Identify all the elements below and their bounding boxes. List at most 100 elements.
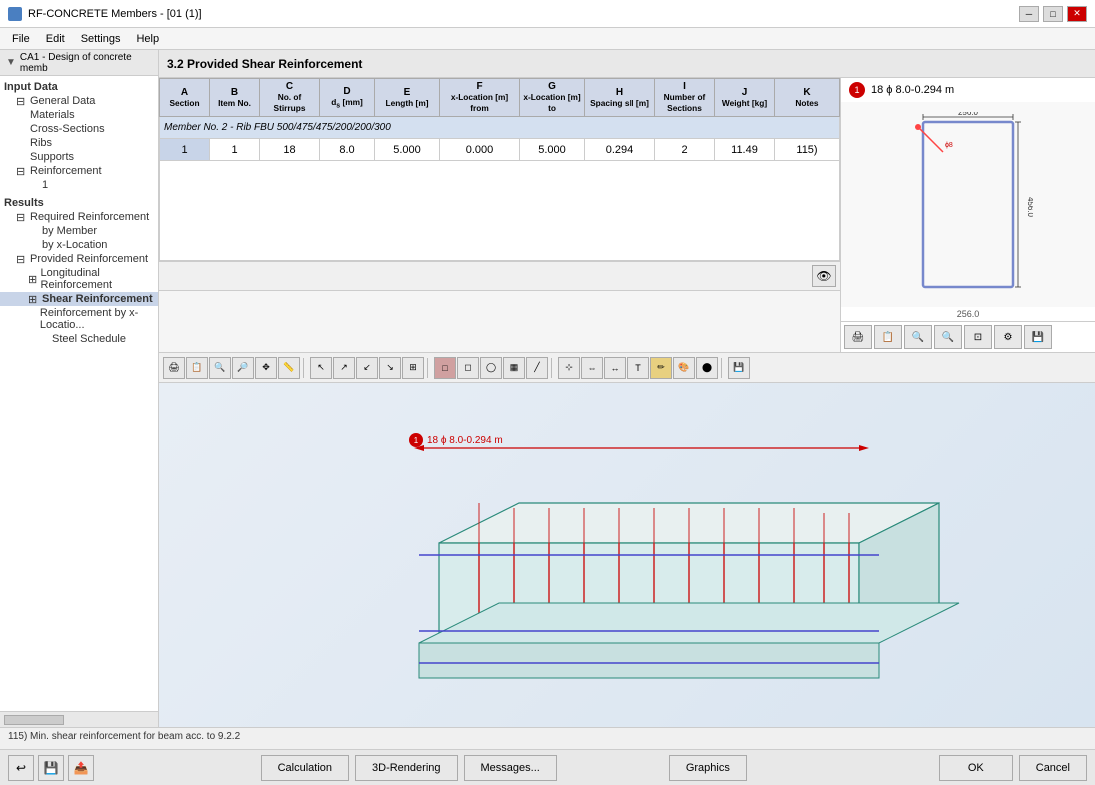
svg-text:256.0: 256.0: [958, 112, 979, 117]
cs-btn-print[interactable]: 🖨: [844, 325, 872, 349]
3d-view[interactable]: 1 18 ϕ 8.0-0.294 m: [159, 383, 1095, 727]
gfx-btn-print[interactable]: 🖨: [163, 357, 185, 379]
cell-length: 5.000: [375, 139, 440, 161]
gfx-btn-measure[interactable]: ⇔: [581, 357, 603, 379]
gfx-btn-text[interactable]: T: [627, 357, 649, 379]
cs-badge: 1: [849, 82, 865, 98]
sidebar-item-steel-schedule[interactable]: Steel Schedule: [0, 332, 158, 346]
cell-ds: 8.0: [320, 139, 375, 161]
cs-btn-copy[interactable]: 📋: [874, 325, 902, 349]
col-header-d: Dds [mm]: [320, 79, 375, 117]
messages-button[interactable]: Messages...: [464, 755, 557, 781]
cell-xfrom: 0.000: [440, 139, 520, 161]
gfx-btn-circle[interactable]: ◯: [480, 357, 502, 379]
gfx-btn-copy2[interactable]: 📋: [186, 357, 208, 379]
member-label: Member No. 2 - Rib FBU 500/475/475/200/2…: [160, 117, 840, 139]
close-button[interactable]: ✕: [1067, 6, 1087, 22]
svg-text:456.0: 456.0: [1026, 197, 1033, 218]
minimize-button[interactable]: ─: [1019, 6, 1039, 22]
col-header-i: INumber of Sections: [655, 79, 715, 117]
bottom-icon-1[interactable]: ↩: [8, 755, 34, 781]
menu-edit[interactable]: Edit: [38, 31, 73, 47]
gfx-btn-export2[interactable]: 💾: [728, 357, 750, 379]
status-text: 115) Min. shear reinforcement for beam a…: [8, 731, 240, 742]
menu-settings[interactable]: Settings: [73, 31, 129, 47]
gfx-btn-ruler[interactable]: 📏: [278, 357, 300, 379]
rendering-button[interactable]: 3D-Rendering: [355, 755, 457, 781]
cancel-button[interactable]: Cancel: [1019, 755, 1087, 781]
cell-stirrups: 18: [260, 139, 320, 161]
sidebar-item-materials[interactable]: Materials: [0, 108, 158, 122]
col-header-a: ASection: [160, 79, 210, 117]
gfx-btn-cursor[interactable]: ⊹: [558, 357, 580, 379]
table-row: 1 1 18 8.0 5.000 0.000 5.000 0.294 2: [160, 139, 840, 161]
gfx-btn-rect[interactable]: □: [434, 357, 456, 379]
table-toolbar: 👁: [159, 262, 840, 291]
sidebar: ▼ CA1 - Design of concrete memb Input Da…: [0, 50, 159, 727]
col-header-f: Fx-Location [m] from: [440, 79, 520, 117]
sidebar-item-reinf-by-x[interactable]: Reinforcement by x-Locatio...: [0, 306, 158, 332]
gfx-btn-annotate[interactable]: ↔: [604, 357, 626, 379]
cs-btn-zoom-in[interactable]: 🔍: [904, 325, 932, 349]
panel-title: 3.2 Provided Shear Reinforcement: [167, 57, 362, 71]
sidebar-item-ribs[interactable]: Ribs: [0, 136, 158, 150]
gfx-btn-view1[interactable]: ⊞: [402, 357, 424, 379]
cs-btn-config[interactable]: ⚙: [994, 325, 1022, 349]
title-bar: RF-CONCRETE Members - [01 (1)] ─ □ ✕: [0, 0, 1095, 28]
gfx-btn-color[interactable]: 🎨: [673, 357, 695, 379]
dropdown-bar[interactable]: ▼ CA1 - Design of concrete memb: [0, 50, 158, 76]
sidebar-scrollbar[interactable]: [0, 711, 158, 727]
sidebar-item-supports[interactable]: Supports: [0, 150, 158, 164]
sidebar-item-by-x-location[interactable]: by x-Location: [0, 238, 158, 252]
ok-button[interactable]: OK: [939, 755, 1013, 781]
sidebar-item-provided-reinf[interactable]: ⊟Provided Reinforcement: [0, 252, 158, 266]
sidebar-item-reinforcement[interactable]: ⊟Reinforcement: [0, 164, 158, 178]
cs-btn-zoom-out[interactable]: 🔍: [934, 325, 962, 349]
3d-svg-overlay: [159, 383, 1095, 727]
cs-btn-export[interactable]: 💾: [1024, 325, 1052, 349]
gfx-sep-1: [303, 358, 307, 378]
calculation-button[interactable]: Calculation: [261, 755, 349, 781]
bottom-bar: ↩ 💾 📤 Calculation 3D-Rendering Messages.…: [0, 749, 1095, 785]
maximize-button[interactable]: □: [1043, 6, 1063, 22]
tree-section-results: Results: [0, 196, 158, 210]
gfx-btn-edit[interactable]: ✏: [650, 357, 672, 379]
app-icon: [8, 7, 22, 21]
gfx-btn-zoom[interactable]: 🔍: [209, 357, 231, 379]
menu-file[interactable]: File: [4, 31, 38, 47]
gfx-sep-4: [721, 358, 725, 378]
tree-section-input: Input Data: [0, 80, 158, 94]
gfx-btn-arrow4[interactable]: ↘: [379, 357, 401, 379]
col-header-j: JWeight [kg]: [715, 79, 775, 117]
visibility-button[interactable]: 👁: [812, 265, 836, 287]
sidebar-item-by-member[interactable]: by Member: [0, 224, 158, 238]
status-bar: 115) Min. shear reinforcement for beam a…: [0, 727, 1095, 749]
col-header-h: HSpacing s‖ [m]: [585, 79, 655, 117]
cs-drawing: 256.0 456.0 ϕ8: [841, 102, 1095, 307]
gfx-btn-zoom2[interactable]: 🔎: [232, 357, 254, 379]
dropdown-label: CA1 - Design of concrete memb: [20, 52, 152, 74]
sidebar-item-general[interactable]: ⊟General Data: [0, 94, 158, 108]
sidebar-item-shear[interactable]: ⊞Shear Reinforcement: [0, 292, 158, 306]
menu-help[interactable]: Help: [128, 31, 167, 47]
graphics-button[interactable]: Graphics: [669, 755, 747, 781]
gfx-sep-3: [551, 358, 555, 378]
gfx-btn-bars[interactable]: ▦: [503, 357, 525, 379]
bottom-icon-3[interactable]: 📤: [68, 755, 94, 781]
gfx-btn-arrow3[interactable]: ↙: [356, 357, 378, 379]
gfx-btn-square[interactable]: ◻: [457, 357, 479, 379]
sidebar-item-required-reinf[interactable]: ⊟Required Reinforcement: [0, 210, 158, 224]
cross-section-panel: 1 18 ϕ 8.0-0.294 m 256.0: [840, 78, 1095, 352]
bottom-icon-2[interactable]: 💾: [38, 755, 64, 781]
sidebar-item-reinf-1[interactable]: 1: [0, 178, 158, 192]
gfx-btn-arrow1[interactable]: ↖: [310, 357, 332, 379]
gfx-btn-arrow2[interactable]: ↗: [333, 357, 355, 379]
data-table: ASection BItem No. CNo. of Stirrups Dds …: [159, 78, 840, 261]
gfx-btn-palette[interactable]: ⬤: [696, 357, 718, 379]
col-header-e: ELength [m]: [375, 79, 440, 117]
sidebar-item-longitudinal[interactable]: ⊞Longitudinal Reinforcement: [0, 266, 158, 292]
gfx-btn-line[interactable]: ╱: [526, 357, 548, 379]
gfx-btn-move[interactable]: ✥: [255, 357, 277, 379]
sidebar-item-cross-sections[interactable]: Cross-Sections: [0, 122, 158, 136]
cs-btn-fit[interactable]: ⊡: [964, 325, 992, 349]
